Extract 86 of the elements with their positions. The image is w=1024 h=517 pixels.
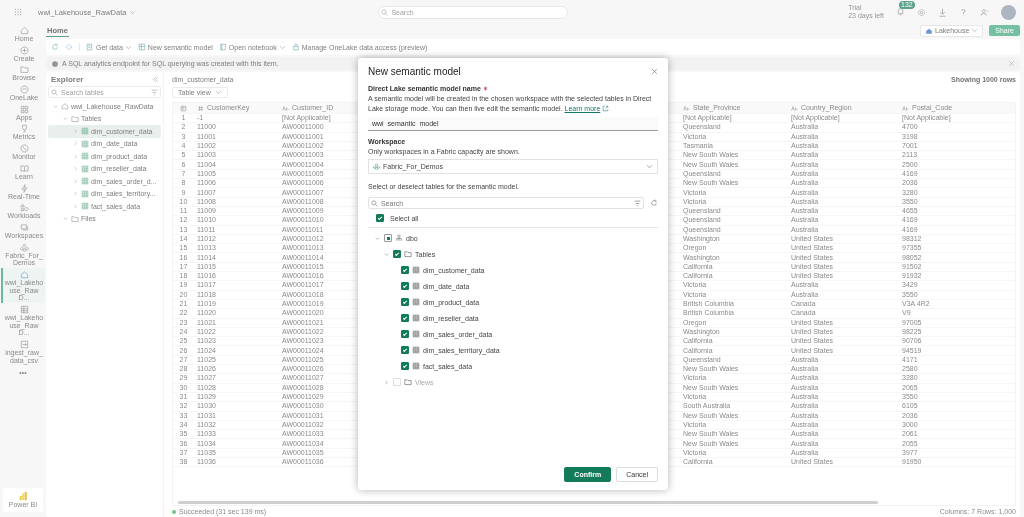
table-icon [412,314,420,323]
chevron-down-icon [214,89,222,96]
search-icon [371,199,378,207]
external-link-icon[interactable] [602,105,610,113]
chevron-down-icon [971,27,979,34]
text-type-icon [902,104,909,112]
lightning-icon [19,183,29,193]
search-icon [51,88,58,96]
success-dot-icon [172,509,176,514]
pipeline-icon [19,340,29,350]
app-launcher-icon[interactable] [14,8,22,16]
table-icon [412,298,420,307]
share-people-icon[interactable] [980,7,989,17]
chevron-icon[interactable] [374,234,381,242]
chevron-down-icon [646,163,653,171]
help-icon[interactable] [959,7,968,17]
explorer-title: Explorer [51,75,84,84]
bar-chart-icon [18,491,28,502]
text-type-icon [282,104,289,112]
table-icon [81,189,89,198]
text-type-icon [791,104,798,112]
checkbox[interactable] [384,234,392,243]
download-icon[interactable] [938,7,947,17]
table-icon [81,164,89,173]
checkbox[interactable] [401,266,409,275]
checkbox[interactable] [401,298,409,307]
chevron-icon[interactable] [383,250,390,258]
number-type-icon [197,104,204,112]
table-icon [180,104,187,112]
folder-icon [71,214,79,223]
lakehouse-icon [925,26,934,35]
search-icon [381,8,389,16]
table-icon [412,266,420,275]
lakehouse-icon [19,269,29,279]
close-icon[interactable] [1008,60,1015,67]
monitor-icon [19,144,29,154]
lakehouse-icon [61,102,69,111]
collapse-icon[interactable] [152,76,159,83]
home-icon [19,26,29,35]
apps-icon [19,104,29,114]
table-icon [81,202,89,211]
table-icon [81,152,89,161]
checkbox[interactable] [401,362,409,371]
avatar[interactable] [1001,4,1016,20]
model-icon [137,43,146,51]
folder-icon [71,114,79,123]
book-icon [19,163,29,173]
table-icon [412,362,420,371]
chevron-down-icon [278,43,286,51]
table-icon [412,330,420,339]
schema-icon [395,234,403,243]
workspaces-icon [19,222,29,232]
checkbox[interactable] [401,330,409,339]
close-icon[interactable] [651,67,658,75]
filter-icon[interactable] [151,88,158,96]
refresh-icon[interactable] [650,199,658,208]
table-icon [412,346,420,355]
database-icon [86,43,94,51]
folder-icon [404,250,412,259]
dialog-title: New semantic model [368,65,461,77]
grid-icon [19,305,29,314]
text-type-icon [683,104,690,112]
table-icon [81,177,89,186]
lock-icon [291,43,300,51]
chevron-down-icon [124,43,132,51]
checkbox[interactable] [376,214,384,223]
scrollbar[interactable] [178,501,878,504]
folder-icon [404,378,412,387]
checkbox[interactable] [401,346,409,355]
checkbox[interactable] [393,250,401,259]
filter-icon[interactable] [634,199,641,207]
table-icon [81,139,89,148]
bell-icon[interactable] [896,7,905,16]
refresh-icon[interactable] [51,43,59,51]
workspace-icon [373,163,380,171]
table-icon [412,282,420,291]
info-icon [51,59,59,68]
trophy-icon [19,124,29,134]
chevron-down-icon [129,8,137,16]
shapes-icon [19,203,29,213]
folder-icon [19,65,29,75]
checkbox[interactable] [401,314,409,323]
checkbox[interactable] [401,282,409,291]
notebook-icon [218,43,227,51]
workspace-icon [19,242,29,252]
table-icon [81,127,89,136]
